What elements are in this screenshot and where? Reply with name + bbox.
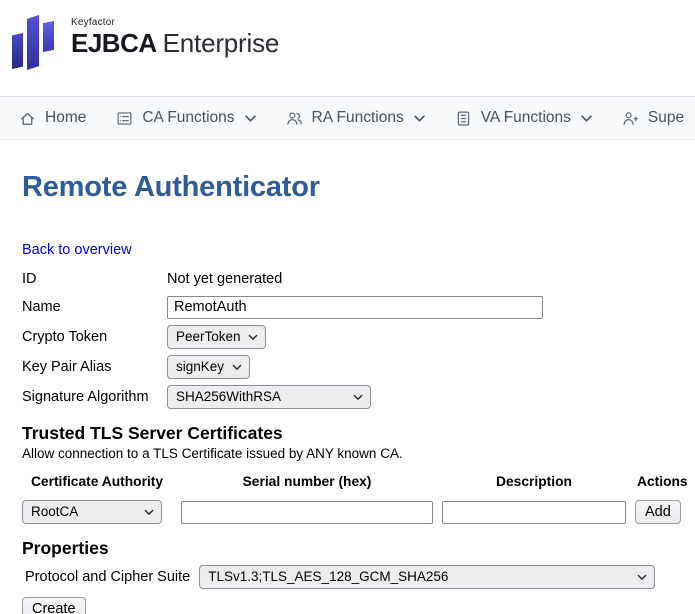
- description-input[interactable]: [442, 501, 626, 524]
- people-icon: [286, 110, 303, 127]
- table-row-cell-description: [442, 500, 626, 524]
- nav-item-ca-functions[interactable]: CA Functions: [101, 109, 270, 127]
- chevron-down-icon: [414, 115, 425, 122]
- crypto-token-label: Crypto Token: [22, 325, 167, 349]
- trusted-tls-heading: Trusted TLS Server Certificates: [22, 423, 689, 444]
- protocol-cipher-select[interactable]: TLSv1.3;TLS_AES_128_GCM_SHA256: [199, 565, 655, 589]
- nav-item-ra-functions[interactable]: RA Functions: [271, 109, 440, 127]
- person-add-icon: [622, 110, 639, 127]
- logo-bar: [27, 15, 39, 70]
- signature-algorithm-select-wrap: SHA256WithRSA: [167, 385, 371, 409]
- keyfactor-wordmark: Keyfactor: [71, 17, 279, 28]
- id-label: ID: [22, 269, 167, 289]
- document-icon: [455, 110, 472, 127]
- crypto-token-select[interactable]: PeerToken: [167, 325, 266, 349]
- key-pair-alias-select-wrap: signKey: [167, 355, 250, 379]
- nav-item-home[interactable]: Home: [19, 109, 101, 127]
- name-label: Name: [22, 295, 167, 319]
- column-header-description: Description: [442, 473, 626, 491]
- main-nav: Home CA Functions RA Functions VA: [0, 96, 695, 140]
- table-row-cell-ca: RootCA: [22, 500, 172, 524]
- certificate-authority-select-wrap: RootCA: [22, 500, 162, 524]
- table-row-cell-serial: [181, 500, 433, 524]
- nav-item-label: CA Functions: [142, 109, 234, 127]
- column-header-actions: Actions: [635, 473, 689, 491]
- app-header: Keyfactor EJBCAEnterprise: [0, 0, 695, 96]
- protocol-cipher-label: Protocol and Cipher Suite: [25, 569, 190, 585]
- key-pair-alias-select[interactable]: signKey: [167, 355, 250, 379]
- name-input[interactable]: [167, 296, 543, 319]
- logo-bar: [12, 33, 23, 69]
- properties-heading: Properties: [22, 538, 689, 559]
- ejbca-admin-page: Keyfactor EJBCAEnterprise Home CA Functi…: [0, 0, 695, 614]
- create-button[interactable]: Create: [22, 597, 86, 614]
- nav-item-supervision-functions[interactable]: Supe: [607, 109, 695, 127]
- nav-item-label: RA Functions: [312, 109, 404, 127]
- product-name: EJBCAEnterprise: [71, 29, 279, 57]
- signature-algorithm-select[interactable]: SHA256WithRSA: [167, 385, 371, 409]
- trusted-tls-subtext: Allow connection to a TLS Certificate is…: [22, 446, 689, 461]
- table-row-cell-actions: Add: [635, 500, 689, 524]
- serial-number-input[interactable]: [181, 501, 433, 524]
- nav-item-label: Supe: [648, 109, 684, 127]
- page-title: Remote Authenticator: [22, 170, 689, 204]
- list-icon: [116, 110, 133, 127]
- main-content: Remote Authenticator Back to overview ID…: [0, 170, 695, 614]
- add-button[interactable]: Add: [635, 500, 681, 524]
- column-header-serial-number: Serial number (hex): [181, 473, 433, 491]
- protocol-cipher-row: Protocol and Cipher Suite TLSv1.3;TLS_AE…: [22, 565, 689, 589]
- certificate-authority-select[interactable]: RootCA: [22, 500, 162, 524]
- trusted-tls-table: Certificate Authority Serial number (hex…: [22, 468, 689, 524]
- brand-text: Keyfactor EJBCAEnterprise: [71, 11, 279, 57]
- signature-algorithm-label: Signature Algorithm: [22, 385, 167, 409]
- keyfactor-logo-icon: [12, 12, 58, 70]
- authenticator-form: ID Not yet generated Name Crypto Token P…: [22, 269, 689, 409]
- key-pair-alias-label: Key Pair Alias: [22, 355, 167, 379]
- product-name-light: Enterprise: [163, 28, 280, 58]
- nav-item-label: VA Functions: [481, 109, 571, 127]
- column-header-certificate-authority: Certificate Authority: [22, 473, 172, 491]
- protocol-cipher-select-wrap: TLSv1.3;TLS_AES_128_GCM_SHA256: [199, 565, 655, 589]
- id-value: Not yet generated: [167, 269, 543, 289]
- chevron-down-icon: [245, 115, 256, 122]
- logo-bar: [43, 21, 54, 52]
- crypto-token-select-wrap: PeerToken: [167, 325, 266, 349]
- nav-item-va-functions[interactable]: VA Functions: [440, 109, 607, 127]
- back-to-overview-link[interactable]: Back to overview: [22, 242, 132, 258]
- home-icon: [19, 110, 36, 127]
- product-name-bold: EJBCA: [71, 28, 157, 58]
- chevron-down-icon: [581, 115, 592, 122]
- nav-item-label: Home: [45, 109, 86, 127]
